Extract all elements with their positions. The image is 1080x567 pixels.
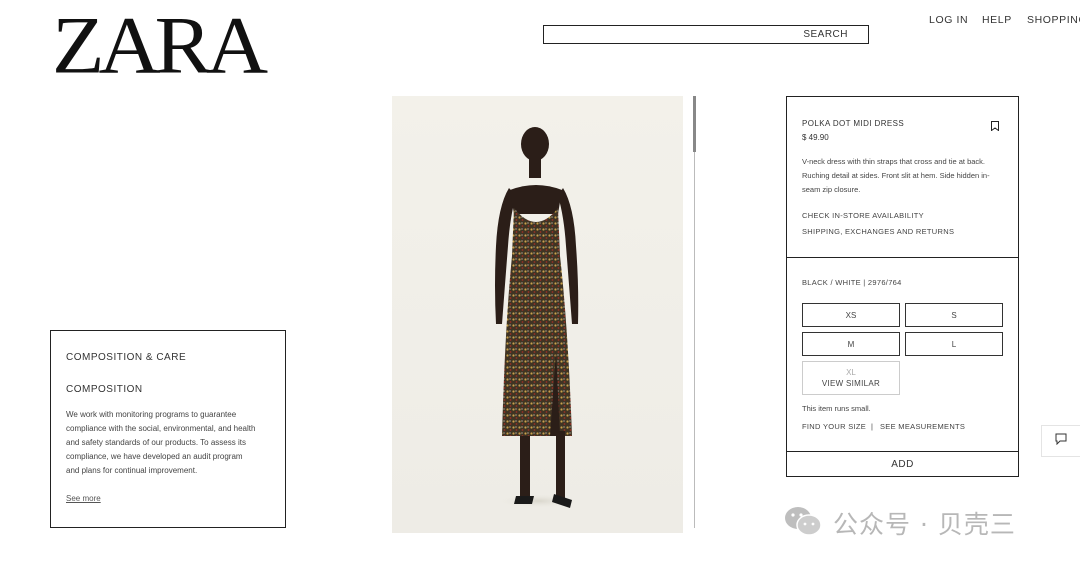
shipping-returns-link[interactable]: SHIPPING, EXCHANGES AND RETURNS (802, 227, 954, 236)
size-option-l[interactable]: L (905, 332, 1003, 356)
size-xl-label: XL (846, 368, 856, 377)
product-description: V-neck dress with thin straps that cross… (802, 157, 990, 194)
composition-care-heading: COMPOSITION & CARE (66, 352, 187, 363)
zara-logo[interactable]: ZARA (52, 4, 268, 86)
image-scroll-track[interactable] (694, 96, 695, 528)
size-option-xl-unavailable[interactable]: XL VIEW SIMILAR (802, 361, 900, 395)
size-option-xs[interactable]: XS (802, 303, 900, 327)
product-name: POLKA DOT MIDI DRESS (802, 119, 905, 128)
bookmark-icon[interactable] (991, 118, 999, 132)
product-price: $ 49.90 (802, 133, 829, 142)
view-similar-label: VIEW SIMILAR (821, 379, 881, 388)
link-separator: | (871, 422, 873, 431)
see-measurements-link[interactable]: SEE MEASUREMENTS (880, 422, 965, 431)
model-figure-illustration (493, 127, 583, 509)
nav-login-link[interactable]: LOG IN (929, 14, 968, 26)
fit-note: This item runs small. (802, 404, 871, 413)
chat-icon (1055, 432, 1067, 450)
check-store-availability-link[interactable]: CHECK IN-STORE AVAILABILITY (802, 211, 924, 220)
chat-button[interactable] (1041, 425, 1080, 457)
size-selector-panel: BLACK / WHITE | 2976/764 XS S M L XL VIE… (786, 257, 1019, 452)
watermark-text: 公众号 · 贝壳三 (833, 510, 1016, 539)
product-info-panel: POLKA DOT MIDI DRESS $ 49.90 V-neck dres… (786, 96, 1019, 258)
see-more-link[interactable]: See more (66, 494, 101, 503)
search-label[interactable]: SEARCH (803, 29, 848, 40)
composition-heading: COMPOSITION (66, 384, 143, 395)
watermark: 公众号 · 贝壳三 (783, 505, 1016, 541)
product-image[interactable] (392, 96, 683, 533)
wechat-icon (783, 505, 823, 542)
nav-shopping-bag-link[interactable]: SHOPPING (1027, 14, 1080, 26)
color-reference: BLACK / WHITE | 2976/764 (802, 278, 902, 287)
search-bar[interactable]: SEARCH (543, 25, 869, 45)
image-scroll-thumb[interactable] (693, 96, 696, 152)
nav-help-link[interactable]: HELP (982, 14, 1012, 26)
find-your-size-link[interactable]: FIND YOUR SIZE (802, 422, 866, 431)
size-option-m[interactable]: M (802, 332, 900, 356)
add-to-bag-button[interactable]: ADD (786, 451, 1019, 477)
search-input[interactable] (544, 26, 788, 45)
composition-care-panel: COMPOSITION & CARE COMPOSITION We work w… (50, 330, 286, 528)
composition-text: We work with monitoring programs to guar… (66, 410, 256, 475)
size-option-s[interactable]: S (905, 303, 1003, 327)
